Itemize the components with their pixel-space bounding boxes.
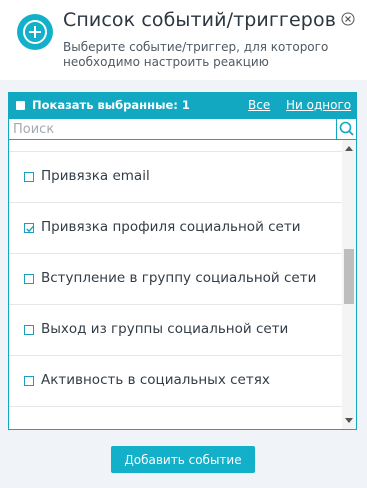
panel-toolbar: Показать выбранные: 1 Все Ни одного: [9, 93, 356, 119]
list-item[interactable]: Привязка email: [9, 151, 342, 202]
item-checkbox[interactable]: [24, 172, 34, 182]
item-label: Выход из группы социальной сети: [41, 321, 289, 337]
select-all-link[interactable]: Все: [248, 98, 270, 112]
item-label: Вступление в группу социальной сети: [41, 270, 317, 286]
scroll-down-icon[interactable]: [345, 418, 353, 423]
item-label: Привязка профиля социальной сети: [41, 219, 301, 235]
search-icon: [339, 121, 354, 136]
plus-circle-icon: [17, 14, 53, 50]
search-bar: [9, 119, 356, 140]
show-selected-label[interactable]: Показать выбранные: 1: [32, 98, 190, 112]
item-checkbox[interactable]: [24, 376, 34, 386]
scroll-up-icon[interactable]: [345, 146, 353, 151]
search-button[interactable]: [336, 119, 356, 139]
item-label: Привязка email: [41, 168, 150, 184]
list-item[interactable]: [9, 406, 342, 429]
scrollbar-thumb[interactable]: [344, 249, 354, 304]
close-icon: [341, 12, 355, 26]
close-button[interactable]: [341, 11, 355, 26]
events-panel: Показать выбранные: 1 Все Ни одного Прив…: [8, 92, 357, 430]
events-list: Привязка email Привязка профиля социальн…: [9, 140, 342, 429]
search-input[interactable]: [9, 119, 335, 139]
list-item[interactable]: Выход из группы социальной сети: [9, 304, 342, 355]
dialog-title: Список событий/триггеров: [63, 9, 336, 31]
list-scrollbar[interactable]: [342, 140, 356, 429]
select-none-link[interactable]: Ни одного: [286, 98, 351, 112]
checkmark-icon: [26, 225, 34, 233]
item-checkbox[interactable]: [24, 223, 34, 233]
list-item[interactable]: Вступление в группу социальной сети: [9, 253, 342, 304]
list-item[interactable]: Активность в социальных сетях: [9, 355, 342, 406]
item-label: Активность в социальных сетях: [41, 372, 270, 388]
list-item[interactable]: Привязка профиля социальной сети: [9, 202, 342, 253]
item-checkbox[interactable]: [24, 325, 34, 335]
dialog-header: Список событий/триггеров Выберите событи…: [0, 0, 367, 80]
item-checkbox[interactable]: [24, 274, 34, 284]
show-selected-checkbox[interactable]: [16, 101, 25, 110]
add-event-button[interactable]: Добавить событие: [111, 446, 255, 473]
dialog-subtitle: Выберите событие/триггер, для которого н…: [63, 40, 329, 69]
